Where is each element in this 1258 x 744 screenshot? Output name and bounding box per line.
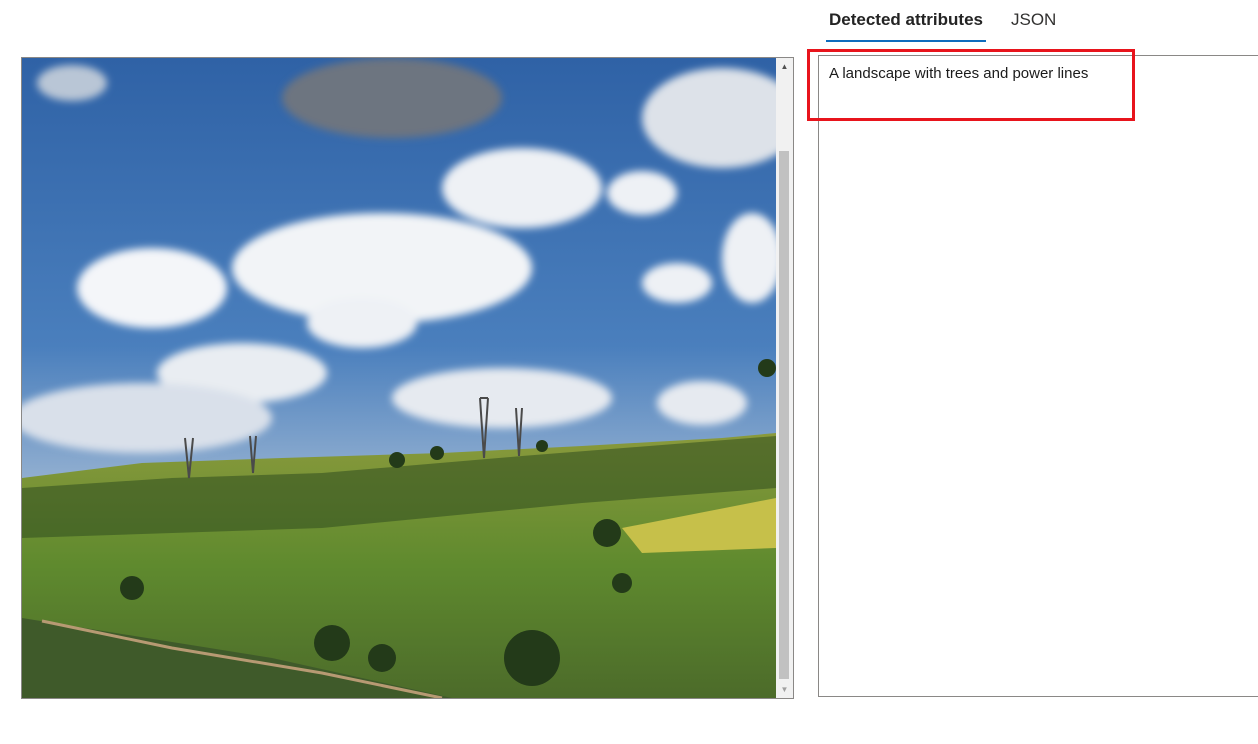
tab-json[interactable]: JSON [1008,0,1059,42]
tab-detected-attributes[interactable]: Detected attributes [826,0,986,42]
result-tabs: Detected attributes JSON [826,0,1081,44]
scroll-down-arrow-icon[interactable]: ▼ [776,681,793,698]
image-preview: ▲ ▼ [21,57,794,699]
landscape-photo [22,58,776,698]
image-scrollbar[interactable]: ▲ ▼ [776,58,793,698]
scroll-thumb[interactable] [779,151,789,679]
attributes-output-panel: A landscape with trees and power lines [818,55,1258,697]
caption-highlight-box [807,49,1135,121]
scroll-up-arrow-icon[interactable]: ▲ [776,58,793,75]
